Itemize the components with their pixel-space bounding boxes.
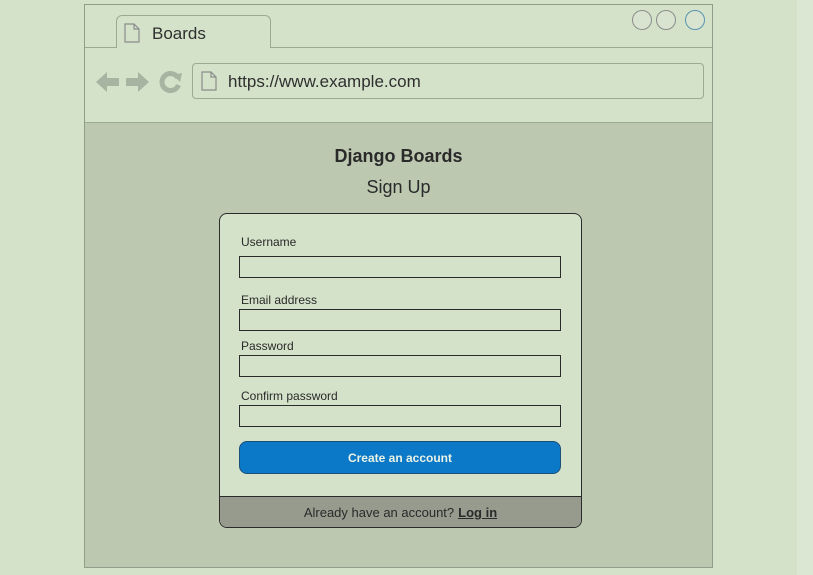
browser-chrome: Boards https://www.example.com bbox=[85, 5, 712, 123]
login-prompt: Already have an account? bbox=[303, 505, 455, 520]
password-label: Password bbox=[241, 339, 294, 353]
confirm-password-label: Confirm password bbox=[241, 389, 338, 403]
window-button-1[interactable] bbox=[632, 10, 652, 30]
confirm-password-input[interactable] bbox=[239, 405, 561, 427]
back-arrow-icon[interactable] bbox=[96, 71, 120, 98]
username-input[interactable] bbox=[239, 256, 561, 278]
browser-tab[interactable]: Boards bbox=[116, 15, 271, 48]
page-icon bbox=[201, 71, 217, 96]
site-title: Django Boards bbox=[334, 146, 463, 166]
login-link[interactable]: Log in bbox=[458, 505, 497, 520]
card-footer: Already have an account? Log in bbox=[220, 496, 581, 527]
address-bar[interactable]: https://www.example.com bbox=[192, 63, 704, 99]
create-account-button[interactable]: Create an account bbox=[239, 441, 561, 474]
page-heading: Sign Up bbox=[366, 177, 431, 197]
document-icon bbox=[124, 23, 140, 48]
password-input[interactable] bbox=[239, 355, 561, 377]
email-input[interactable] bbox=[239, 309, 561, 331]
browser-window: Boards https://www.example.com Django Bo… bbox=[84, 4, 713, 568]
signup-card: Username Email address Password Confirm … bbox=[219, 213, 582, 528]
reload-icon[interactable] bbox=[159, 70, 183, 99]
window-button-3[interactable] bbox=[685, 10, 705, 30]
url-text: https://www.example.com bbox=[228, 72, 421, 91]
email-label: Email address bbox=[241, 293, 318, 307]
tab-title: Boards bbox=[152, 24, 206, 43]
username-label: Username bbox=[241, 235, 297, 249]
background-strip bbox=[797, 0, 813, 575]
window-button-2[interactable] bbox=[656, 10, 676, 30]
forward-arrow-icon[interactable] bbox=[125, 71, 149, 98]
